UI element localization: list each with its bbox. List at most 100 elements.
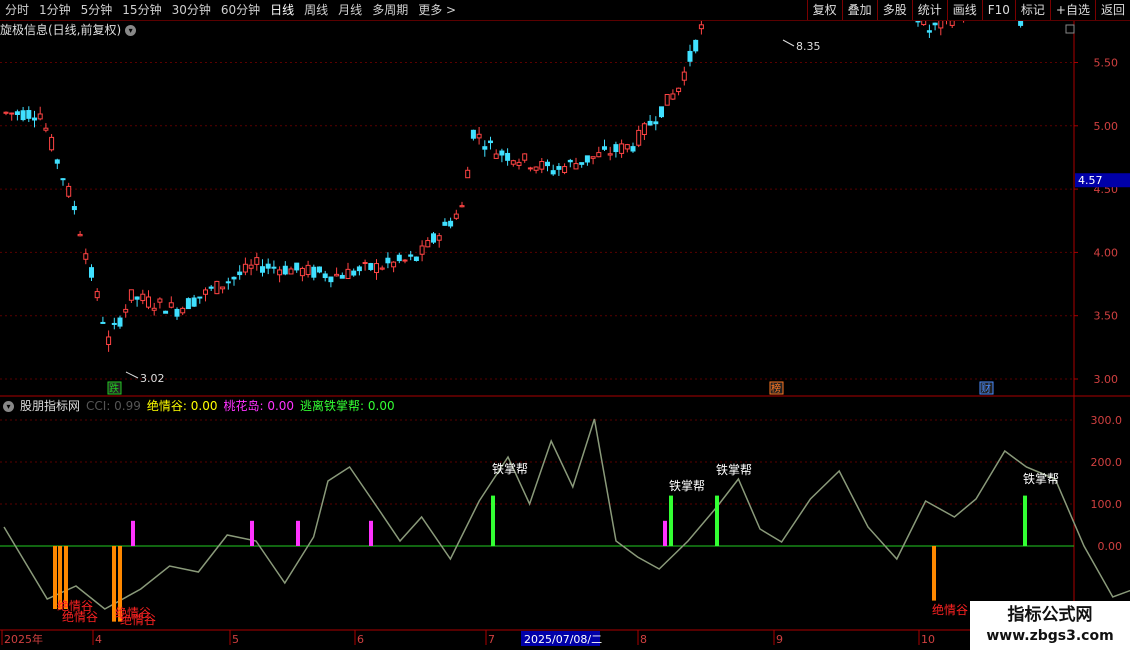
main-chart-title: 旋极信息(日线,前复权) bbox=[0, 23, 122, 37]
candle-body bbox=[203, 289, 208, 295]
candle-body bbox=[265, 263, 271, 269]
candle-body bbox=[453, 213, 459, 219]
candle-body bbox=[106, 336, 112, 346]
date-label: 8 bbox=[640, 633, 647, 646]
price-tick-label: 4.00 bbox=[1094, 246, 1119, 259]
candle-body bbox=[932, 22, 938, 26]
candle-body bbox=[670, 93, 676, 100]
candle-body bbox=[123, 308, 129, 313]
indicator-tick-label: 100.0 bbox=[1091, 498, 1123, 511]
indicator-value-2: 桃花岛: 0.00 bbox=[223, 399, 295, 413]
candle-body bbox=[619, 143, 625, 154]
candle-body bbox=[505, 152, 511, 161]
candle-body bbox=[317, 266, 322, 273]
low-price-label: 3.02 bbox=[140, 372, 165, 385]
high-price-pointer bbox=[782, 39, 795, 47]
candle-body bbox=[128, 289, 134, 301]
date-highlight-label: 2025/07/08/二 bbox=[524, 633, 602, 646]
candle-body bbox=[584, 155, 590, 163]
candle-body bbox=[949, 21, 955, 26]
date-label: 10 bbox=[921, 633, 935, 646]
candle-body bbox=[396, 254, 402, 262]
candle-body bbox=[362, 262, 368, 265]
candle-body bbox=[71, 206, 77, 211]
tab-period-10[interactable]: 更多 > bbox=[413, 0, 461, 20]
tab-period-3[interactable]: 15分钟 bbox=[117, 0, 166, 20]
tiezhangbang-label: 铁掌帮 bbox=[1023, 472, 1059, 486]
event-marker-label: 财 bbox=[981, 382, 991, 395]
tab-period-1[interactable]: 1分钟 bbox=[34, 0, 76, 20]
candle-body bbox=[32, 117, 37, 121]
low-price-pointer bbox=[125, 371, 139, 379]
toolbar-button-4[interactable]: 画线 bbox=[946, 0, 982, 20]
candle-body bbox=[545, 161, 550, 167]
date-label: 7 bbox=[488, 633, 495, 646]
tab-period-4[interactable]: 30分钟 bbox=[167, 0, 216, 20]
date-label: 5 bbox=[232, 633, 239, 646]
candle-body bbox=[49, 136, 55, 151]
candle-body bbox=[630, 146, 636, 152]
candle-body bbox=[522, 153, 528, 161]
candle-body bbox=[562, 166, 568, 173]
candle-body bbox=[77, 233, 83, 237]
candle-body bbox=[698, 24, 704, 30]
candle-body bbox=[926, 30, 932, 33]
candle-body bbox=[168, 302, 174, 308]
tab-period-7[interactable]: 周线 bbox=[299, 0, 333, 20]
candle-body bbox=[402, 259, 408, 262]
candle-body bbox=[676, 87, 682, 93]
candle-body bbox=[185, 298, 191, 310]
candle-body bbox=[476, 133, 482, 139]
candle-body bbox=[590, 156, 596, 159]
candle-body bbox=[220, 286, 226, 290]
toolbar-button-1[interactable]: 叠加 bbox=[841, 0, 877, 20]
candle-body bbox=[539, 160, 545, 170]
candle-body bbox=[636, 129, 642, 146]
candle-body bbox=[43, 127, 49, 131]
chevron-down-icon[interactable]: ▾ bbox=[125, 24, 137, 36]
candle-body bbox=[345, 268, 351, 279]
candle-body bbox=[687, 50, 693, 62]
toolbar-button-3[interactable]: 统计 bbox=[911, 0, 947, 20]
candle-body bbox=[425, 240, 431, 248]
event-marker-label: 榜 bbox=[771, 382, 781, 395]
candle-body bbox=[117, 317, 123, 327]
candle-body bbox=[134, 296, 140, 300]
candle-body bbox=[379, 267, 385, 270]
candle-body bbox=[653, 121, 659, 125]
candle-body bbox=[271, 266, 277, 269]
candle-body bbox=[140, 293, 146, 302]
toolbar-button-0[interactable]: 复权 bbox=[806, 0, 842, 20]
window-box-icon bbox=[1065, 24, 1075, 34]
toolbar-button-7[interactable]: +自选 bbox=[1049, 0, 1095, 20]
tab-period-9[interactable]: 多周期 bbox=[367, 0, 413, 20]
candle-body bbox=[408, 254, 414, 257]
toolbar-button-8[interactable]: 返回 bbox=[1094, 0, 1130, 20]
candle-body bbox=[208, 286, 214, 289]
tab-period-6[interactable]: 日线 bbox=[265, 0, 299, 20]
candle-body bbox=[664, 93, 670, 106]
tiezhangbang-label: 铁掌帮 bbox=[669, 479, 705, 493]
candle-body bbox=[288, 268, 294, 275]
candle-body bbox=[3, 111, 9, 114]
candle-body bbox=[242, 263, 248, 273]
candle-body bbox=[550, 170, 556, 175]
tab-period-5[interactable]: 60分钟 bbox=[216, 0, 265, 20]
price-tick-label: 3.50 bbox=[1094, 310, 1119, 323]
kline-chart[interactable]: 8.007.507.006.506.005.505.004.504.003.50… bbox=[0, 21, 1130, 650]
tab-period-0[interactable]: 分时 bbox=[0, 0, 34, 20]
tab-period-2[interactable]: 5分钟 bbox=[76, 0, 118, 20]
candle-body bbox=[20, 110, 26, 121]
candle-body bbox=[385, 257, 391, 264]
toolbar-button-6[interactable]: 标记 bbox=[1014, 0, 1050, 20]
candle-body bbox=[254, 257, 260, 265]
tab-period-8[interactable]: 月线 bbox=[333, 0, 367, 20]
price-tick-label: 3.00 bbox=[1094, 373, 1119, 386]
event-marker-label: 跌 bbox=[109, 382, 119, 395]
candle-body bbox=[305, 264, 311, 276]
candle-body bbox=[368, 263, 374, 270]
toolbar-button-5[interactable]: F10 bbox=[981, 0, 1015, 20]
chevron-down-icon[interactable]: ▾ bbox=[3, 400, 14, 412]
toolbar-button-2[interactable]: 多股 bbox=[876, 0, 912, 20]
candle-body bbox=[459, 205, 465, 208]
